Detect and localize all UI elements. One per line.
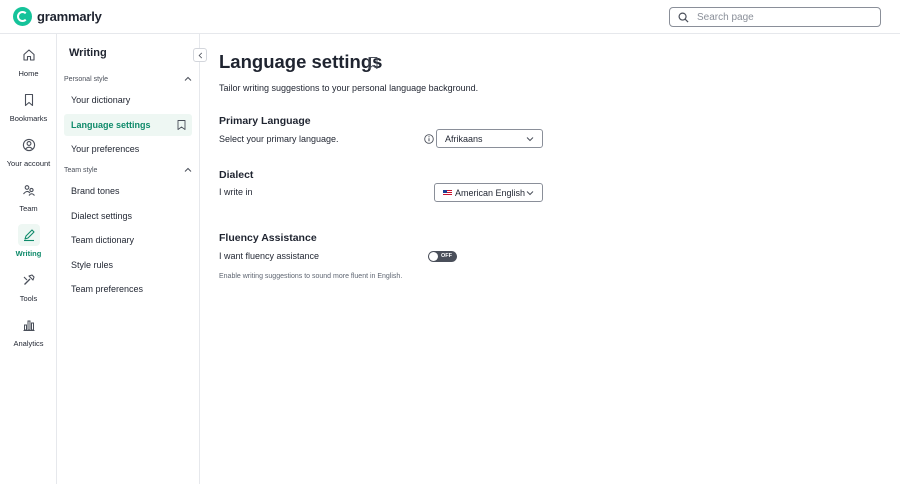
chevron-down-icon <box>526 190 534 195</box>
chevron-up-icon <box>184 76 192 81</box>
writing-sidebar: Writing Personal style Your dictionary L… <box>57 34 207 484</box>
bookmark-icon <box>24 93 33 107</box>
chevron-up-icon <box>184 167 192 172</box>
search-box[interactable] <box>669 7 881 27</box>
primary-language-description: Select your primary language. <box>219 134 339 144</box>
account-icon <box>22 138 35 152</box>
primary-language-select[interactable]: Afrikaans <box>436 129 543 148</box>
rail-label: Writing <box>15 249 42 258</box>
dialect-selected: American English <box>443 188 525 198</box>
sidebar-item-label: Language settings <box>71 120 151 130</box>
bookmark-icon[interactable] <box>177 120 186 130</box>
rail-item-tools[interactable]: Tools <box>0 269 57 303</box>
sidebar-item-style-rules[interactable]: Style rules <box>64 254 192 276</box>
primary-language-value: Afrikaans <box>445 133 483 144</box>
section-team-style[interactable]: Team style <box>64 163 192 177</box>
rail-item-bookmarks[interactable]: Bookmarks <box>0 89 57 123</box>
toggle-state-label: OFF <box>441 253 452 259</box>
rail-label: Analytics <box>13 339 44 348</box>
home-icon <box>22 49 35 61</box>
page-subtitle: Tailor writing suggestions to your perso… <box>219 83 479 93</box>
app-name: grammarly <box>37 9 102 24</box>
team-icon <box>22 185 35 196</box>
analytics-icon <box>23 320 34 331</box>
rail-label: Bookmarks <box>9 114 48 123</box>
page-title: Language settings <box>219 51 383 72</box>
tools-icon <box>23 274 35 285</box>
grammarly-logo-icon <box>13 7 32 26</box>
rail-label: Your account <box>6 159 51 168</box>
primary-language-heading: Primary Language <box>219 115 311 127</box>
fluency-heading: Fluency Assistance <box>219 232 317 244</box>
chevron-left-icon <box>198 52 202 58</box>
sidebar-item-team-preferences[interactable]: Team preferences <box>64 278 192 300</box>
search-input[interactable] <box>697 11 867 23</box>
fluency-hint: Enable writing suggestions to sound more… <box>219 273 403 280</box>
dialect-value: American English <box>455 187 526 198</box>
dialect-select[interactable]: American English <box>434 183 543 202</box>
info-icon[interactable] <box>424 134 434 144</box>
section-personal-style[interactable]: Personal style <box>64 72 192 86</box>
search-icon <box>678 12 689 23</box>
rail-item-home[interactable]: Home <box>0 44 57 78</box>
sidebar-item-team-dictionary[interactable]: Team dictionary <box>64 229 192 251</box>
rail-label: Tools <box>19 294 38 303</box>
top-bar: grammarly <box>0 0 900 34</box>
dialect-description: I write in <box>219 187 253 197</box>
sidebar-item-your-preferences[interactable]: Your preferences <box>64 138 192 160</box>
sidebar-item-brand-tones[interactable]: Brand tones <box>64 180 192 202</box>
rail-item-writing[interactable]: Writing <box>0 224 57 258</box>
rail-item-account[interactable]: Your account <box>0 134 57 168</box>
collapse-sidebar-button[interactable] <box>193 48 207 62</box>
section-label: Team style <box>64 166 98 174</box>
pen-icon <box>23 229 35 242</box>
rail-item-analytics[interactable]: Analytics <box>0 314 57 348</box>
bookmark-icon[interactable] <box>368 57 378 69</box>
rail-label: Team <box>19 204 38 213</box>
dialect-heading: Dialect <box>219 169 254 181</box>
fluency-description: I want fluency assistance <box>219 251 320 261</box>
rail-item-team[interactable]: Team <box>0 179 57 213</box>
rail-label: Home <box>18 69 39 78</box>
toggle-knob <box>429 252 438 261</box>
fluency-toggle[interactable]: OFF <box>428 251 457 262</box>
sidebar-item-your-dictionary[interactable]: Your dictionary <box>64 89 192 111</box>
nav-rail: Home Bookmarks Your account Team Writing… <box>0 34 57 484</box>
section-label: Personal style <box>64 75 108 83</box>
us-flag-icon <box>443 190 452 197</box>
sidebar-item-dialect-settings[interactable]: Dialect settings <box>64 205 192 227</box>
sidebar-title: Writing <box>69 47 107 59</box>
sidebar-item-language-settings[interactable]: Language settings <box>64 114 192 136</box>
chevron-down-icon <box>526 136 534 141</box>
grammarly-logo[interactable]: grammarly <box>13 7 102 26</box>
